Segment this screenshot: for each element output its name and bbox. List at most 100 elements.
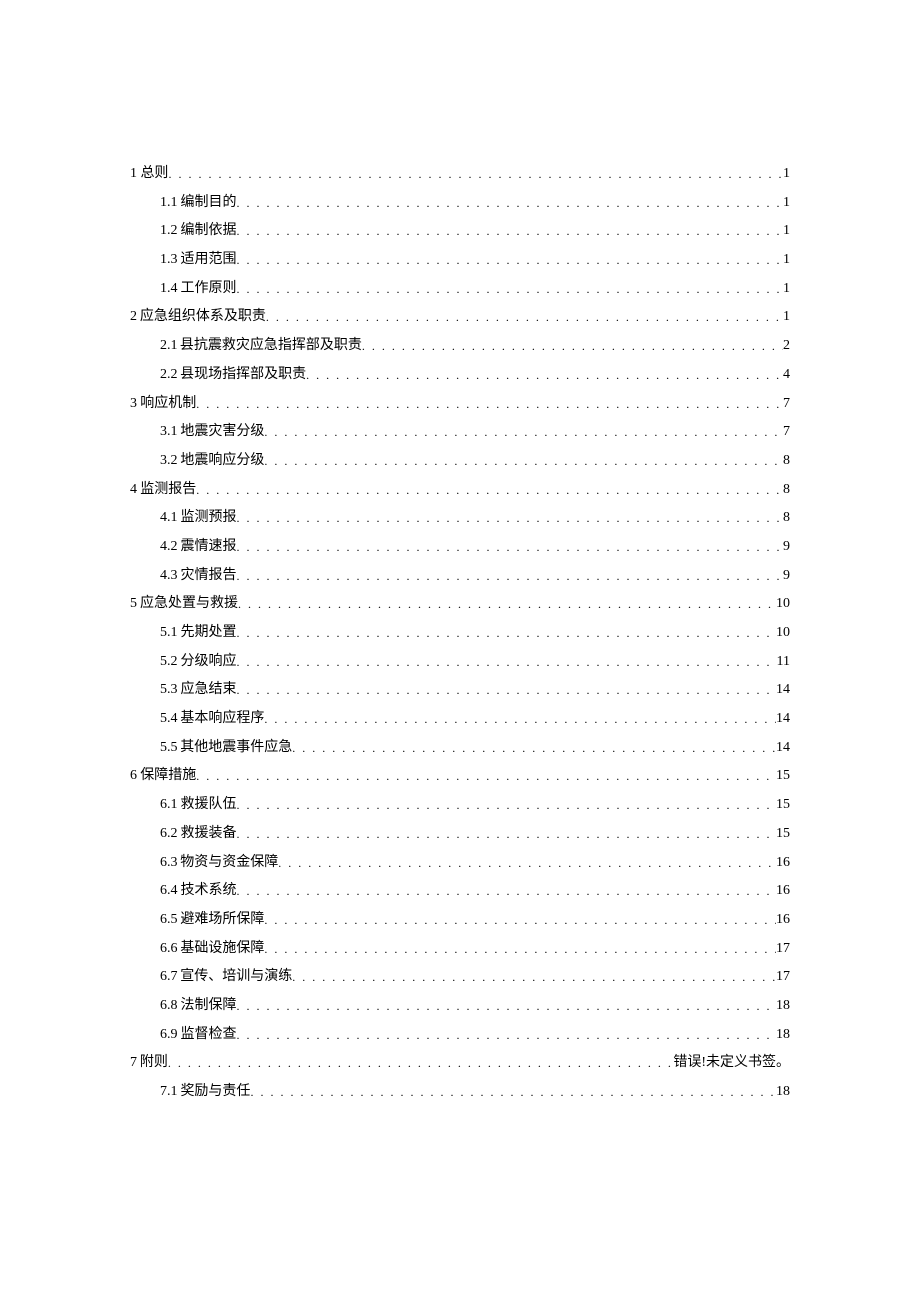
toc-entry-title: 编制依据 <box>181 217 237 246</box>
toc-entry-number: 6.2 <box>160 820 178 849</box>
toc-entry-number: 6.6 <box>160 935 178 964</box>
toc-entry[interactable]: 4.1监测预报. . . . . . . . . . . . . . . . .… <box>160 504 790 533</box>
toc-leader-dots: . . . . . . . . . . . . . . . . . . . . … <box>237 191 783 216</box>
toc-leader-dots: . . . . . . . . . . . . . . . . . . . . … <box>264 420 783 445</box>
toc-entry[interactable]: 6.5避难场所保障. . . . . . . . . . . . . . . .… <box>160 906 790 935</box>
toc-leader-dots: . . . . . . . . . . . . . . . . . . . . … <box>196 764 776 789</box>
toc-entry-title: 监督检查 <box>181 1021 237 1050</box>
toc-entry[interactable]: 5.5其他地震事件应急. . . . . . . . . . . . . . .… <box>160 734 790 763</box>
toc-entry-page: 15 <box>776 791 790 820</box>
toc-entry-number: 6.3 <box>160 849 178 878</box>
toc-leader-dots: . . . . . . . . . . . . . . . . . . . . … <box>250 1080 776 1105</box>
toc-entry-title: 总则 <box>140 160 168 189</box>
toc-entry-number: 4.2 <box>160 533 178 562</box>
toc-entry[interactable]: 6保障措施. . . . . . . . . . . . . . . . . .… <box>130 762 790 791</box>
toc-entry-title: 震情速报 <box>181 533 237 562</box>
toc-entry[interactable]: 6.6基础设施保障. . . . . . . . . . . . . . . .… <box>160 935 790 964</box>
toc-leader-dots: . . . . . . . . . . . . . . . . . . . . … <box>264 937 776 962</box>
toc-leader-dots: . . . . . . . . . . . . . . . . . . . . … <box>264 908 776 933</box>
toc-leader-dots: . . . . . . . . . . . . . . . . . . . . … <box>237 219 783 244</box>
toc-leader-dots: . . . . . . . . . . . . . . . . . . . . … <box>237 506 783 531</box>
toc-entry-title: 灾情报告 <box>181 562 237 591</box>
toc-entry-page: 4 <box>783 361 790 390</box>
toc-entry-number: 7 <box>130 1049 137 1078</box>
toc-entry[interactable]: 1.1编制目的. . . . . . . . . . . . . . . . .… <box>160 189 790 218</box>
toc-entry[interactable]: 6.8法制保障. . . . . . . . . . . . . . . . .… <box>160 992 790 1021</box>
toc-entry-number: 3.2 <box>160 447 178 476</box>
toc-entry-number: 2 <box>130 303 137 332</box>
toc-entry[interactable]: 7附则. . . . . . . . . . . . . . . . . . .… <box>130 1049 790 1078</box>
toc-entry[interactable]: 5.2分级响应. . . . . . . . . . . . . . . . .… <box>160 648 790 677</box>
toc-leader-dots: . . . . . . . . . . . . . . . . . . . . … <box>237 994 776 1019</box>
toc-leader-dots: . . . . . . . . . . . . . . . . . . . . … <box>266 305 783 330</box>
toc-entry-number: 1 <box>130 160 137 189</box>
toc-entry[interactable]: 1.4工作原则. . . . . . . . . . . . . . . . .… <box>160 275 790 304</box>
toc-entry-page: 2 <box>783 332 790 361</box>
toc-entry-number: 6.7 <box>160 963 178 992</box>
toc-entry-number: 5.1 <box>160 619 178 648</box>
toc-entry[interactable]: 5.4基本响应程序. . . . . . . . . . . . . . . .… <box>160 705 790 734</box>
toc-entry-title: 救援装备 <box>181 820 237 849</box>
toc-leader-dots: . . . . . . . . . . . . . . . . . . . . … <box>237 822 776 847</box>
toc-entry[interactable]: 6.4技术系统. . . . . . . . . . . . . . . . .… <box>160 877 790 906</box>
toc-leader-dots: . . . . . . . . . . . . . . . . . . . . … <box>292 965 776 990</box>
toc-entry[interactable]: 3.2地震响应分级. . . . . . . . . . . . . . . .… <box>160 447 790 476</box>
toc-entry[interactable]: 6.9监督检查. . . . . . . . . . . . . . . . .… <box>160 1021 790 1050</box>
toc-entry[interactable]: 4监测报告. . . . . . . . . . . . . . . . . .… <box>130 476 790 505</box>
toc-leader-dots: . . . . . . . . . . . . . . . . . . . . … <box>264 449 783 474</box>
toc-entry-number: 5.5 <box>160 734 178 763</box>
toc-entry[interactable]: 1.2编制依据. . . . . . . . . . . . . . . . .… <box>160 217 790 246</box>
table-of-contents: 1总则. . . . . . . . . . . . . . . . . . .… <box>130 160 790 1107</box>
toc-entry-page: 11 <box>777 648 790 677</box>
toc-leader-dots: . . . . . . . . . . . . . . . . . . . . … <box>278 851 776 876</box>
toc-entry[interactable]: 6.1救援队伍. . . . . . . . . . . . . . . . .… <box>160 791 790 820</box>
toc-leader-dots: . . . . . . . . . . . . . . . . . . . . … <box>237 1023 776 1048</box>
toc-leader-dots: . . . . . . . . . . . . . . . . . . . . … <box>264 707 776 732</box>
toc-leader-dots: . . . . . . . . . . . . . . . . . . . . … <box>238 592 776 617</box>
toc-entry-page: 8 <box>783 504 790 533</box>
toc-leader-dots: . . . . . . . . . . . . . . . . . . . . … <box>237 621 776 646</box>
toc-entry-page: 错误!未定义书签。 <box>673 1049 790 1078</box>
toc-entry-title: 应急处置与救援 <box>140 590 238 619</box>
toc-entry[interactable]: 1.3适用范围. . . . . . . . . . . . . . . . .… <box>160 246 790 275</box>
toc-entry-title: 技术系统 <box>181 877 237 906</box>
toc-entry[interactable]: 6.2救援装备. . . . . . . . . . . . . . . . .… <box>160 820 790 849</box>
toc-entry[interactable]: 2应急组织体系及职责. . . . . . . . . . . . . . . … <box>130 303 790 332</box>
toc-entry-page: 15 <box>776 820 790 849</box>
toc-entry[interactable]: 5.3应急结束. . . . . . . . . . . . . . . . .… <box>160 676 790 705</box>
toc-entry-page: 17 <box>776 935 790 964</box>
toc-entry[interactable]: 6.3物资与资金保障. . . . . . . . . . . . . . . … <box>160 849 790 878</box>
toc-leader-dots: . . . . . . . . . . . . . . . . . . . . … <box>237 879 776 904</box>
toc-entry-number: 1.4 <box>160 275 178 304</box>
toc-entry-page: 1 <box>783 275 790 304</box>
toc-entry[interactable]: 5.1先期处置. . . . . . . . . . . . . . . . .… <box>160 619 790 648</box>
toc-entry[interactable]: 5应急处置与救援. . . . . . . . . . . . . . . . … <box>130 590 790 619</box>
toc-entry-page: 14 <box>776 734 790 763</box>
toc-entry[interactable]: 4.3灾情报告. . . . . . . . . . . . . . . . .… <box>160 562 790 591</box>
toc-leader-dots: . . . . . . . . . . . . . . . . . . . . … <box>168 162 783 187</box>
toc-entry[interactable]: 1总则. . . . . . . . . . . . . . . . . . .… <box>130 160 790 189</box>
toc-entry[interactable]: 4.2震情速报. . . . . . . . . . . . . . . . .… <box>160 533 790 562</box>
toc-entry-number: 6.8 <box>160 992 178 1021</box>
toc-entry-title: 应急结束 <box>181 676 237 705</box>
toc-leader-dots: . . . . . . . . . . . . . . . . . . . . … <box>237 678 776 703</box>
toc-entry-page: 8 <box>783 476 790 505</box>
toc-entry[interactable]: 3.1地震灾害分级. . . . . . . . . . . . . . . .… <box>160 418 790 447</box>
toc-entry[interactable]: 6.7宣传、培训与演练. . . . . . . . . . . . . . .… <box>160 963 790 992</box>
toc-entry-page: 1 <box>783 303 790 332</box>
toc-entry[interactable]: 2.1县抗震救灾应急指挥部及职责. . . . . . . . . . . . … <box>160 332 790 361</box>
toc-entry-title: 分级响应 <box>181 648 237 677</box>
toc-entry-title: 奖励与责任 <box>180 1078 250 1107</box>
toc-entry-number: 4.3 <box>160 562 178 591</box>
toc-entry-title: 基础设施保障 <box>180 935 264 964</box>
toc-entry[interactable]: 7.1奖励与责任. . . . . . . . . . . . . . . . … <box>160 1078 790 1107</box>
toc-entry-title: 地震灾害分级 <box>180 418 264 447</box>
toc-entry-page: 14 <box>776 676 790 705</box>
toc-leader-dots: . . . . . . . . . . . . . . . . . . . . … <box>196 478 783 503</box>
toc-page: 1总则. . . . . . . . . . . . . . . . . . .… <box>0 0 920 1207</box>
toc-entry-page: 17 <box>776 963 790 992</box>
toc-entry-number: 4.1 <box>160 504 178 533</box>
toc-entry[interactable]: 2.2县现场指挥部及职责. . . . . . . . . . . . . . … <box>160 361 790 390</box>
toc-entry[interactable]: 3响应机制. . . . . . . . . . . . . . . . . .… <box>130 390 790 419</box>
toc-entry-page: 9 <box>783 533 790 562</box>
